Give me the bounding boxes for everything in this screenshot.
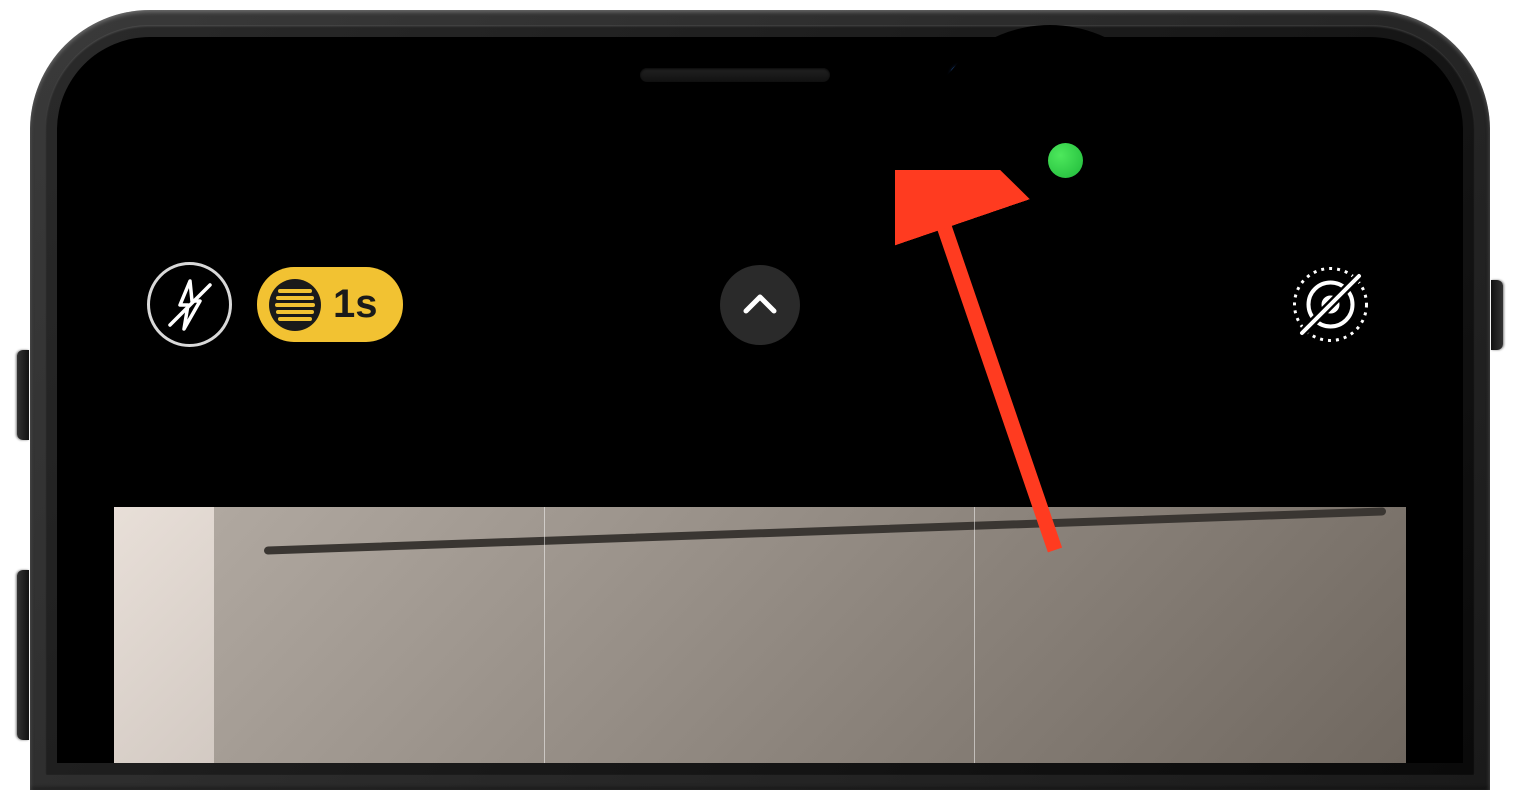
live-photo-toggle-button[interactable] bbox=[1288, 262, 1373, 347]
camera-options-chevron-button[interactable] bbox=[720, 265, 800, 345]
grid-line bbox=[544, 507, 545, 763]
volume-button bbox=[17, 570, 29, 740]
night-mode-icon bbox=[269, 279, 321, 331]
camera-controls-bar: 1s bbox=[57, 262, 1463, 347]
live-photo-off-icon bbox=[1288, 262, 1373, 347]
night-mode-button[interactable]: 1s bbox=[257, 267, 403, 342]
mute-switch bbox=[17, 350, 29, 440]
camera-viewfinder[interactable] bbox=[114, 507, 1406, 763]
flash-toggle-button[interactable] bbox=[147, 262, 232, 347]
chevron-up-icon bbox=[738, 283, 782, 327]
night-mode-duration-label: 1s bbox=[333, 282, 378, 327]
grid-line bbox=[974, 507, 975, 763]
flash-off-icon bbox=[160, 275, 220, 335]
camera-in-use-indicator-dot bbox=[1048, 143, 1083, 178]
callout-magnifier bbox=[920, 25, 1180, 285]
phone-frame: 1s bbox=[30, 10, 1490, 790]
speaker-grille bbox=[640, 68, 830, 82]
phone-screen: 1s bbox=[57, 37, 1463, 763]
side-button bbox=[1491, 280, 1503, 350]
